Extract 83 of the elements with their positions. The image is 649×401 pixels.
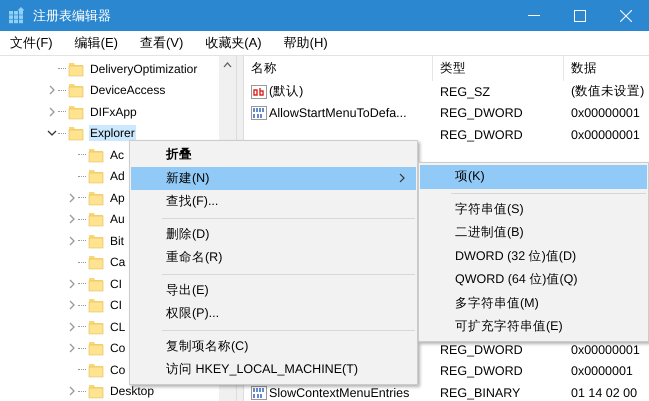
menu-bar-item[interactable]: 文件(F) [2, 32, 61, 54]
menu-item[interactable]: 权限(P)... [131, 302, 416, 326]
menu-item[interactable]: 可扩充字符串值(E) [420, 315, 647, 338]
string-value-icon [251, 84, 267, 99]
folder-icon [88, 276, 104, 292]
tree-item[interactable]: CI [109, 276, 123, 292]
menu-item[interactable]: 多字符串值(M) [420, 292, 647, 315]
close-icon [620, 10, 632, 22]
value-name: AllowStartMenuToDefa... [269, 106, 407, 120]
tree-row[interactable]: Explorer [0, 122, 219, 144]
value-name: SlowContextMenuEntries [269, 386, 410, 400]
column-header[interactable]: 类型 [433, 56, 564, 81]
tree-item[interactable]: Ad [109, 168, 126, 184]
tree-item[interactable]: Bit [109, 232, 126, 249]
folder-icon [68, 60, 84, 77]
value-type: REG_BINARY [440, 386, 520, 400]
menu-bar-item[interactable]: 帮助(H) [276, 32, 336, 54]
menu-bar-item[interactable]: 编辑(E) [66, 32, 126, 54]
tree-item[interactable]: Au [109, 211, 126, 228]
menu-item[interactable]: 删除(D) [131, 222, 416, 246]
menu-item[interactable]: 二进制值(B) [420, 221, 647, 244]
value-data: 0x00000001 [571, 106, 640, 120]
value-type: REG_DWORD [440, 128, 523, 142]
menu-item[interactable]: 复制项名称(C) [131, 334, 416, 358]
menu-item[interactable]: 折叠 [131, 143, 416, 166]
column-header[interactable]: 名称 [244, 56, 433, 81]
tree-item[interactable]: Explorer [89, 125, 136, 142]
value-data: 0x00000001 [571, 342, 640, 357]
menu-item[interactable]: DWORD (32 位)值(D) [420, 244, 647, 268]
tree-item[interactable]: Ap [109, 190, 126, 206]
tree-row[interactable]: DeviceAccess [0, 80, 219, 101]
tree-item[interactable]: Ac [109, 146, 126, 163]
menu-item[interactable]: 字符串值(S) [420, 198, 647, 221]
menu-item[interactable]: 查找(F)... [131, 190, 416, 214]
value-name: (默认) [269, 83, 304, 100]
maximize-icon [574, 10, 586, 22]
folder-icon [88, 190, 104, 206]
folder-icon [88, 168, 104, 184]
folder-icon [68, 82, 84, 98]
tree-item[interactable]: Co [109, 362, 126, 378]
value-type: REG_DWORD [440, 106, 523, 120]
folder-icon [88, 383, 104, 400]
tree-item[interactable]: Ca [109, 254, 126, 270]
binary-value-icon [251, 106, 267, 120]
folder-icon [88, 362, 104, 378]
value-data: 01 14 02 00 [571, 386, 638, 400]
menu-item[interactable]: 导出(E) [131, 278, 416, 302]
folder-icon [68, 104, 84, 120]
value-type: REG_DWORD [440, 364, 523, 378]
menu-bar-item[interactable]: 查看(V) [132, 32, 192, 54]
folder-icon [88, 297, 104, 314]
value-type: REG_DWORD [440, 342, 523, 357]
value-data: 0x00000001 [571, 128, 640, 142]
value-type: REG_SZ [440, 84, 490, 99]
menu-item[interactable]: 新建(N) [131, 166, 416, 190]
folder-icon [88, 146, 104, 163]
menu-item[interactable]: 项(K) [420, 165, 647, 188]
tree-item[interactable]: CI [109, 297, 123, 314]
tree-item[interactable]: Desktop [109, 383, 156, 400]
menu-item[interactable]: QWORD (64 位)值(Q) [420, 268, 647, 292]
column-header[interactable]: 数据 [564, 56, 649, 81]
folder-icon [88, 318, 104, 335]
folder-icon [88, 232, 104, 249]
folder-icon [88, 211, 104, 228]
window-title: 注册表编辑器 [33, 6, 112, 24]
menu-item[interactable]: 重命名(R) [131, 246, 416, 270]
scroll-up-icon[interactable] [223, 62, 232, 68]
value-data: (数值未设置) [571, 83, 644, 100]
minimize-icon [528, 15, 540, 16]
tree-item[interactable]: CL [109, 318, 126, 335]
tree-item[interactable]: DIFxApp [89, 104, 138, 120]
tree-row[interactable]: DeliveryOptimizatior [0, 58, 219, 80]
tree-item[interactable]: Co [109, 340, 126, 356]
registry-cubes-icon [8, 7, 25, 24]
tree-item[interactable]: DeliveryOptimizatior [89, 60, 198, 77]
folder-icon [88, 340, 104, 356]
folder-icon [68, 125, 84, 142]
value-data: 0x0000001 [571, 364, 633, 378]
menu-bar-item[interactable]: 收藏夹(A) [197, 32, 270, 54]
folder-icon [88, 254, 104, 270]
menu-item[interactable]: 访问 HKEY_LOCAL_MACHINE(T) [131, 358, 416, 382]
tree-item[interactable]: DeviceAccess [89, 82, 166, 98]
tree-row[interactable]: DIFxApp [0, 101, 219, 122]
